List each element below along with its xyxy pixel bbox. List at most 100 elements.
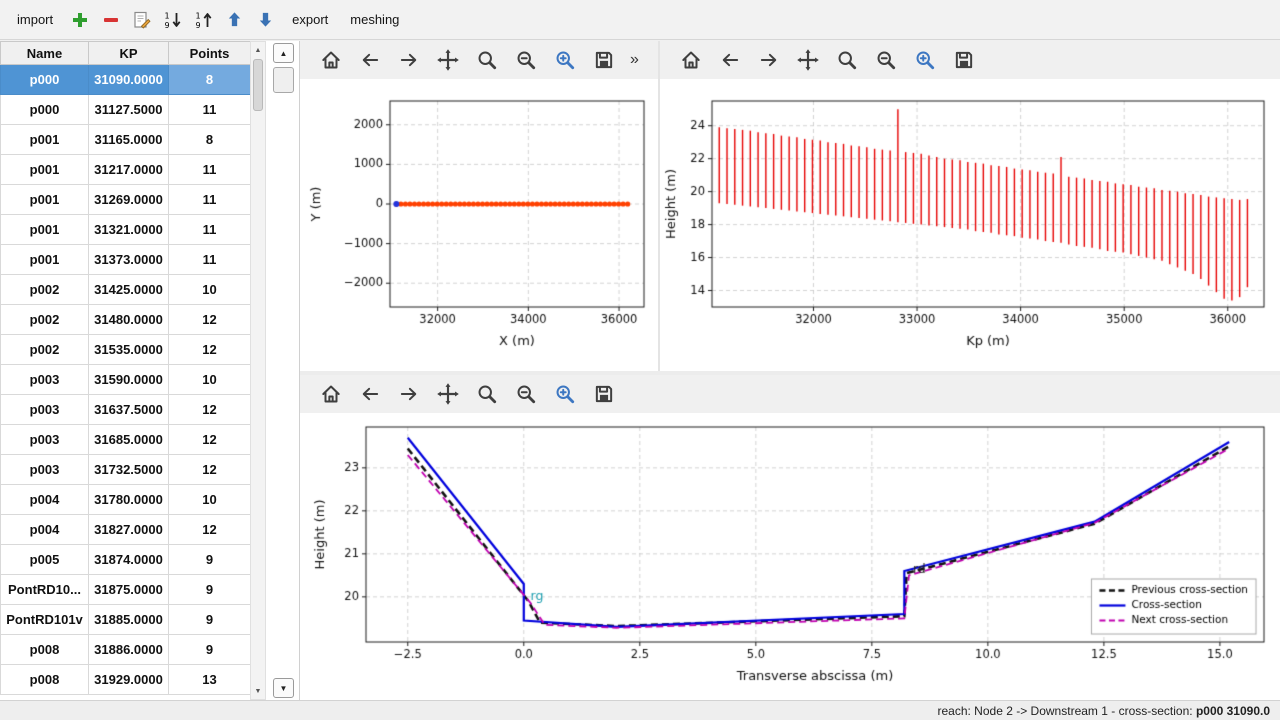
column-header-kp[interactable]: KP	[89, 42, 169, 65]
table-scrollbar[interactable]: ▲ ▼	[250, 41, 266, 700]
home-button[interactable]	[316, 45, 346, 75]
table-row[interactable]: p00431780.000010	[1, 485, 251, 515]
cell-name[interactable]: p001	[1, 155, 89, 185]
back-button[interactable]	[355, 379, 385, 409]
cell-name[interactable]: p000	[1, 95, 89, 125]
cell-kp[interactable]: 31321.0000	[89, 215, 169, 245]
home-button[interactable]	[676, 45, 706, 75]
cell-points[interactable]: 8	[169, 65, 251, 95]
cell-name[interactable]: PontRD10...	[1, 575, 89, 605]
meshing-button[interactable]: meshing	[341, 8, 408, 31]
remove-cross-section-button[interactable]	[97, 6, 124, 33]
cell-points[interactable]: 9	[169, 605, 251, 635]
edit-cross-section-button[interactable]	[128, 6, 155, 33]
cell-name[interactable]: p002	[1, 335, 89, 365]
cell-kp[interactable]: 31637.5000	[89, 395, 169, 425]
cell-kp[interactable]: 31090.0000	[89, 65, 169, 95]
table-row[interactable]: p00231480.000012	[1, 305, 251, 335]
scrollbar-thumb[interactable]	[253, 59, 263, 111]
pan-button[interactable]	[433, 379, 463, 409]
cell-kp[interactable]: 31373.0000	[89, 245, 169, 275]
cell-kp[interactable]: 31535.0000	[89, 335, 169, 365]
pan-button[interactable]	[793, 45, 823, 75]
sort-descending-button[interactable]: 19	[159, 6, 186, 33]
cell-points[interactable]: 12	[169, 335, 251, 365]
table-row[interactable]: p00131321.000011	[1, 215, 251, 245]
table-row[interactable]: p00031090.00008	[1, 65, 251, 95]
cell-name[interactable]: p003	[1, 425, 89, 455]
column-header-points[interactable]: Points	[169, 42, 251, 65]
forward-button[interactable]	[394, 45, 424, 75]
forward-button[interactable]	[394, 379, 424, 409]
customize-button[interactable]	[550, 45, 580, 75]
pager-down-button[interactable]: ▼	[273, 678, 294, 698]
zoom-button[interactable]	[832, 45, 862, 75]
cell-kp[interactable]: 31480.0000	[89, 305, 169, 335]
cell-points[interactable]: 12	[169, 515, 251, 545]
table-row[interactable]: p00331685.000012	[1, 425, 251, 455]
cell-name[interactable]: p001	[1, 245, 89, 275]
cell-kp[interactable]: 31165.0000	[89, 125, 169, 155]
table-row[interactable]: p00331732.500012	[1, 455, 251, 485]
table-row[interactable]: p00331590.000010	[1, 365, 251, 395]
zoom-button[interactable]	[472, 379, 502, 409]
toolbar-overflow-icon[interactable]: »	[630, 51, 639, 69]
cell-points[interactable]: 12	[169, 305, 251, 335]
cell-points[interactable]: 9	[169, 545, 251, 575]
cell-kp[interactable]: 31217.0000	[89, 155, 169, 185]
cell-points[interactable]: 8	[169, 125, 251, 155]
table-row[interactable]: p00531874.00009	[1, 545, 251, 575]
cell-kp[interactable]: 31929.0000	[89, 665, 169, 695]
import-button[interactable]: import	[8, 8, 62, 31]
home-button[interactable]	[316, 379, 346, 409]
cell-kp[interactable]: 31827.0000	[89, 515, 169, 545]
cell-name[interactable]: PontRD101v	[1, 605, 89, 635]
cell-points[interactable]: 10	[169, 365, 251, 395]
table-row[interactable]: p00231535.000012	[1, 335, 251, 365]
cell-points[interactable]: 10	[169, 485, 251, 515]
scroll-up-button[interactable]: ▲	[251, 43, 265, 57]
cell-name[interactable]: p002	[1, 305, 89, 335]
cell-points[interactable]: 10	[169, 275, 251, 305]
cell-points[interactable]: 13	[169, 665, 251, 695]
cell-name[interactable]: p001	[1, 125, 89, 155]
cell-points[interactable]: 12	[169, 425, 251, 455]
longitudinal-profile-canvas[interactable]	[660, 79, 1280, 371]
subplots-button[interactable]	[511, 45, 541, 75]
cell-points[interactable]: 11	[169, 95, 251, 125]
cell-kp[interactable]: 31886.0000	[89, 635, 169, 665]
cell-kp[interactable]: 31269.0000	[89, 185, 169, 215]
table-row[interactable]: p00131217.000011	[1, 155, 251, 185]
cell-name[interactable]: p000	[1, 65, 89, 95]
table-row[interactable]: p00831886.00009	[1, 635, 251, 665]
cell-name[interactable]: p004	[1, 485, 89, 515]
cell-kp[interactable]: 31732.5000	[89, 455, 169, 485]
cell-name[interactable]: p003	[1, 395, 89, 425]
cell-name[interactable]: p002	[1, 275, 89, 305]
table-row[interactable]: p00431827.000012	[1, 515, 251, 545]
export-button[interactable]: export	[283, 8, 337, 31]
cell-name[interactable]: p004	[1, 515, 89, 545]
cell-points[interactable]: 11	[169, 245, 251, 275]
move-up-button[interactable]	[221, 6, 248, 33]
cell-points[interactable]: 12	[169, 455, 251, 485]
table-row[interactable]: p00031127.500011	[1, 95, 251, 125]
cell-name[interactable]: p008	[1, 665, 89, 695]
pager-up-button[interactable]: ▲	[273, 43, 294, 63]
table-row[interactable]: p00131373.000011	[1, 245, 251, 275]
cell-kp[interactable]: 31127.5000	[89, 95, 169, 125]
pager-thumb[interactable]	[273, 67, 294, 93]
customize-button[interactable]	[910, 45, 940, 75]
zoom-button[interactable]	[472, 45, 502, 75]
cell-name[interactable]: p003	[1, 365, 89, 395]
cell-points[interactable]: 11	[169, 155, 251, 185]
save-button[interactable]	[949, 45, 979, 75]
back-button[interactable]	[355, 45, 385, 75]
cell-kp[interactable]: 31685.0000	[89, 425, 169, 455]
subplots-button[interactable]	[511, 379, 541, 409]
table-row[interactable]: p00131269.000011	[1, 185, 251, 215]
sort-ascending-button[interactable]: 19	[190, 6, 217, 33]
cell-name[interactable]: p001	[1, 185, 89, 215]
cell-kp[interactable]: 31425.0000	[89, 275, 169, 305]
cell-name[interactable]: p001	[1, 215, 89, 245]
